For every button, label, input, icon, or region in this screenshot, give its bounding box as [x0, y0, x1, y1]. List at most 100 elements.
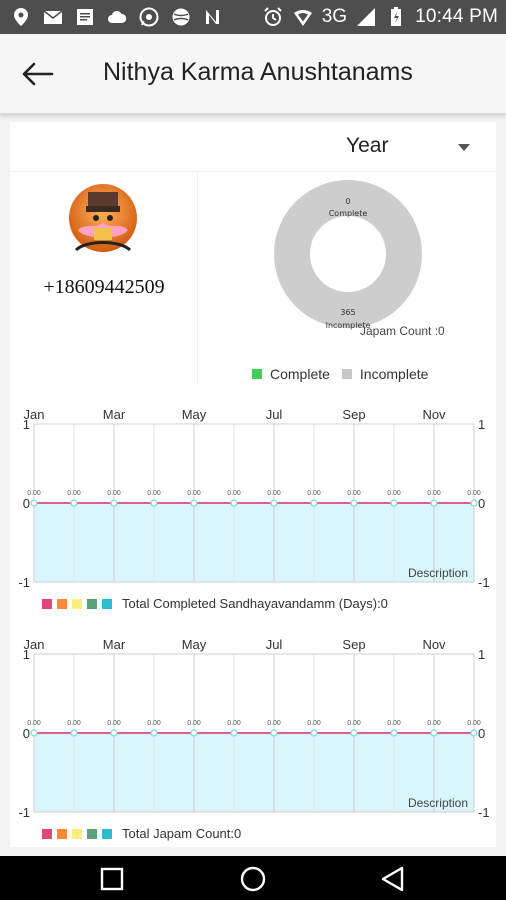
- system-status: 3G 10:44 PM: [262, 6, 498, 28]
- data-point: [390, 499, 398, 507]
- y-tick-label-right: 1: [478, 647, 485, 662]
- data-label: 0.00: [187, 720, 201, 727]
- cloud-icon: [108, 10, 127, 23]
- y-tick-label-right: -1: [478, 575, 490, 590]
- legend-swatch: [72, 599, 82, 609]
- legend-swatch: [57, 829, 67, 839]
- back-button[interactable]: [20, 56, 60, 92]
- data-point: [230, 499, 238, 507]
- chevron-down-icon: [458, 144, 470, 151]
- battery-icon: [391, 7, 402, 26]
- circle-icon: [240, 866, 266, 892]
- content-card: Year +18609442509 0 Complete 365 Incompl…: [10, 122, 496, 847]
- app-bar: Nithya Karma Anushtanams: [0, 34, 506, 114]
- japam-count-label: Japam Count :0: [360, 324, 445, 338]
- data-point: [310, 729, 318, 737]
- x-tick-label: Mar: [103, 407, 126, 422]
- data-label: 0.00: [267, 490, 281, 497]
- data-label: 0.00: [67, 720, 81, 727]
- y-tick-label-left: -1: [18, 805, 30, 820]
- y-tick-label-left: 1: [23, 417, 30, 432]
- y-tick-label-left: 0: [23, 496, 30, 511]
- status-bar: 3G 10:44 PM: [0, 0, 506, 34]
- y-tick-label-right: 0: [478, 496, 485, 511]
- donut-legend: Complete Incomplete: [252, 366, 428, 382]
- square-icon: [100, 867, 124, 891]
- x-tick-label: May: [182, 407, 207, 422]
- data-label: 0.00: [107, 720, 121, 727]
- data-label: 0.00: [347, 490, 361, 497]
- legend-label-incomplete: Incomplete: [359, 366, 429, 382]
- network-type: 3G: [321, 6, 348, 27]
- home-button[interactable]: [238, 864, 268, 894]
- chart-description: Description: [408, 796, 468, 810]
- data-point: [230, 729, 238, 737]
- y-tick-label-left: -1: [18, 575, 30, 590]
- email-icon: [43, 10, 63, 24]
- data-label: 0.00: [387, 720, 401, 727]
- data-point: [70, 499, 78, 507]
- data-label: 0.00: [427, 720, 441, 727]
- legend-label-complete: Complete: [270, 366, 330, 382]
- donut-complete-label: Complete: [329, 209, 368, 218]
- legend-swatch: [102, 829, 112, 839]
- sandhya-line-chart[interactable]: 0.00 0.00 0.00 0.00 0.00 0.00 0.00 0.00 0.00 0.00…: [10, 402, 496, 622]
- data-point: [430, 499, 438, 507]
- arrow-back-icon: [22, 62, 54, 86]
- legend-swatch-complete: [252, 369, 262, 379]
- y-tick-label-right: 1: [478, 417, 485, 432]
- chart-description: Description: [408, 566, 468, 580]
- donut-chart[interactable]: 0 Complete 365 Incomplete: [270, 178, 426, 334]
- recents-button[interactable]: [97, 864, 127, 894]
- data-point: [110, 729, 118, 737]
- data-label: 0.00: [307, 720, 321, 727]
- legend-swatch: [57, 599, 67, 609]
- nav-bar: [0, 856, 506, 900]
- x-tick-label: Jul: [266, 637, 283, 652]
- period-dropdown[interactable]: Year: [346, 134, 470, 164]
- data-label: 0.00: [267, 720, 281, 727]
- data-point: [150, 729, 158, 737]
- data-label: 0.00: [67, 490, 81, 497]
- data-point: [190, 729, 198, 737]
- data-label: 0.00: [147, 720, 161, 727]
- y-tick-label-left: 0: [23, 726, 30, 741]
- data-point: [310, 499, 318, 507]
- legend-label: Total Completed Sandhayavandamm (Days):0: [122, 596, 388, 611]
- japam-line-chart[interactable]: 0.00 0.00 0.00 0.00 0.00 0.00 0.00 0.00 0.00 0.00…: [10, 632, 496, 852]
- data-point: [30, 729, 38, 737]
- n-icon: [206, 10, 219, 24]
- data-point: [110, 499, 118, 507]
- data-point: [350, 499, 358, 507]
- x-tick-label: Nov: [422, 637, 446, 652]
- legend-swatch-incomplete: [341, 369, 352, 379]
- back-nav-button[interactable]: [378, 864, 408, 894]
- data-point: [270, 729, 278, 737]
- data-point: [150, 499, 158, 507]
- y-tick-label-right: -1: [478, 805, 490, 820]
- alarm-icon: [263, 7, 282, 26]
- data-point: [470, 729, 478, 737]
- legend-swatch: [102, 599, 112, 609]
- data-label: 0.00: [227, 720, 241, 727]
- legend-swatch: [42, 599, 52, 609]
- whatsapp-icon: [139, 7, 159, 27]
- wifi-icon: [293, 10, 312, 26]
- clock: 10:44 PM: [415, 6, 498, 27]
- notification-icons: [10, 6, 224, 28]
- data-label: 0.00: [227, 490, 241, 497]
- deity-avatar-icon: [69, 184, 137, 252]
- filter-row: Year: [10, 122, 496, 172]
- avatar[interactable]: [68, 180, 138, 260]
- news-icon: [77, 9, 93, 25]
- data-point: [270, 499, 278, 507]
- profile-panel: +18609442509: [10, 174, 198, 384]
- donut-chart-panel: 0 Complete 365 Incomplete Japam Count :0…: [200, 174, 496, 384]
- period-selected-label: Year: [346, 134, 389, 157]
- ball-icon: [172, 8, 190, 26]
- y-tick-label-left: 1: [23, 647, 30, 662]
- data-label: 0.00: [307, 490, 321, 497]
- data-point: [190, 499, 198, 507]
- donut-incomplete-value: 365: [340, 308, 355, 317]
- data-point: [470, 499, 478, 507]
